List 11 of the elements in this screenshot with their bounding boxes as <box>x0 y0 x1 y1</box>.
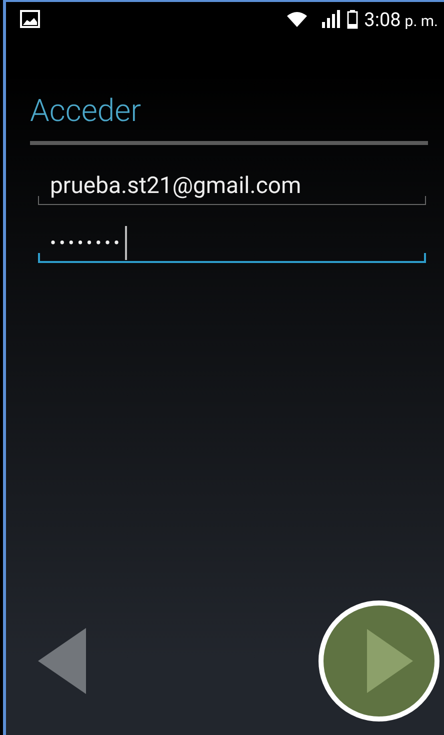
clock-period: p. m. <box>404 12 438 30</box>
image-notification-icon <box>20 10 40 28</box>
wifi-icon <box>287 11 308 27</box>
next-button[interactable] <box>317 599 441 723</box>
screen-title: Acceder <box>30 92 142 129</box>
clock-time: 3:08 <box>364 8 401 30</box>
battery-icon <box>347 10 358 28</box>
password-field[interactable]: •••••••• <box>38 223 426 263</box>
text-cursor <box>124 226 127 260</box>
email-field[interactable]: prueba.st21@gmail.com <box>38 165 426 205</box>
signal-icon <box>321 10 342 28</box>
